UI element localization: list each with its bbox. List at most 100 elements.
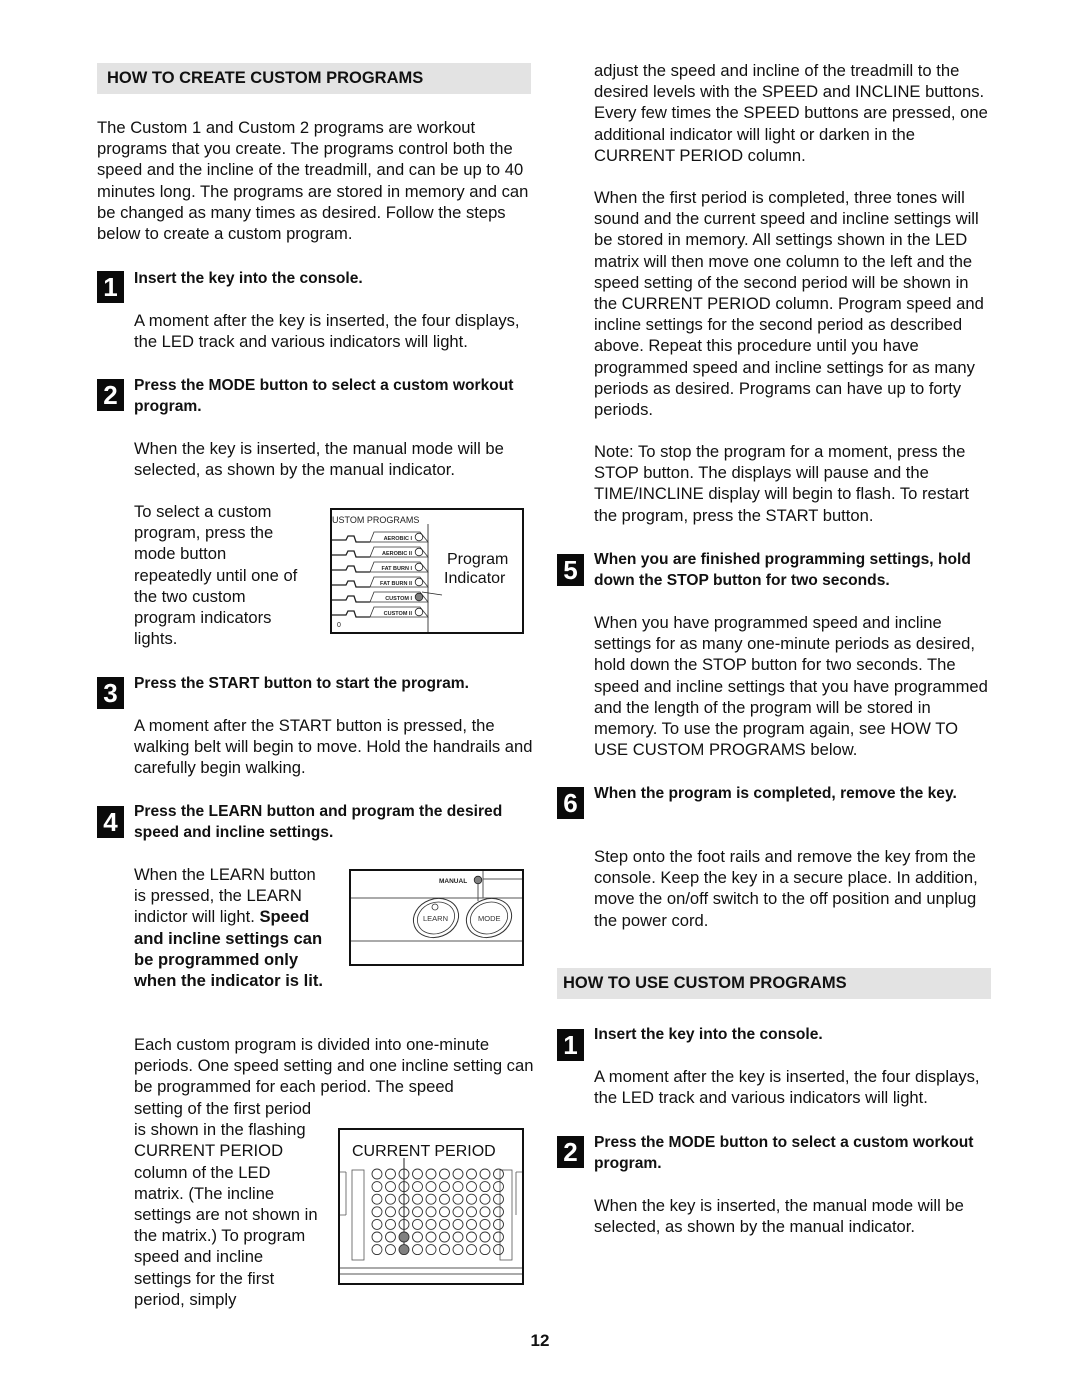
led [425, 1181, 437, 1193]
led [398, 1168, 410, 1180]
led-matrix-figure: CURRENT PERIOD [338, 1128, 524, 1285]
intro-paragraph: The Custom 1 and Custom 2 programs are w… [97, 118, 529, 244]
led [479, 1218, 491, 1230]
led [398, 1218, 410, 1230]
use-step-title-2: Press the MODE button to select a custom… [594, 1134, 974, 1173]
mode-button[interactable]: MODE [461, 892, 517, 943]
programs-scale-label: 0 [337, 622, 341, 629]
led [385, 1168, 396, 1180]
program-label: AEROBIC I [384, 536, 413, 542]
led [412, 1181, 423, 1193]
learn-panel-drawing: MANUAL LEARN MODE [351, 871, 522, 943]
step-body-1: A moment after the key is inserted, the … [134, 311, 520, 352]
led [439, 1218, 450, 1230]
led [439, 1193, 450, 1205]
led [493, 1231, 504, 1243]
programs-header: USTOM PROGRAMS [332, 515, 419, 525]
mode-label: MODE [478, 914, 501, 923]
led [452, 1206, 464, 1218]
step-title-1: Insert the key into the console. [134, 270, 363, 287]
led [466, 1244, 477, 1256]
led [439, 1181, 450, 1193]
step-title-4: Press the LEARN button and program the d… [134, 803, 503, 842]
step-body-3: A moment after the START button is press… [134, 716, 533, 778]
manual-label: MANUAL [439, 878, 467, 885]
step-body-2: When the key is inserted, the manual mod… [134, 439, 504, 480]
program-indicator-figure: USTOM PROGRAMS AEROBIC I AEROBIC II FAT BU… [330, 508, 524, 634]
led-matrix-drawing: CURRENT PERIOD [340, 1143, 522, 1275]
led [425, 1168, 437, 1180]
step-4-figure-text: When the LEARN button is pressed, the LE… [134, 864, 329, 991]
learn-indicator-led [431, 903, 439, 911]
step-4-body-narrow: setting of the first period is shown in … [134, 1099, 318, 1309]
stop-note: Note: To stop the program for a moment, … [594, 442, 970, 525]
led [385, 1218, 396, 1230]
led [398, 1181, 410, 1193]
program-row: AEROBIC II [332, 546, 429, 558]
step-badge-4: 4 [97, 806, 124, 838]
program-label: AEROBIC II [382, 551, 412, 557]
program-row: FAT BURN II [332, 576, 429, 588]
led [425, 1206, 437, 1218]
program-indicator [414, 607, 424, 617]
program-indicator-lit [414, 592, 424, 602]
led [493, 1193, 504, 1205]
led [452, 1181, 464, 1193]
program-row: AEROBIC I [332, 531, 429, 543]
use-step-body-2: When the key is inserted, the manual mod… [594, 1196, 964, 1237]
continued-paragraph-2: When the first period is completed, thre… [594, 188, 984, 420]
step-title-2: Press the MODE button to select a custom… [134, 377, 514, 416]
led [371, 1168, 383, 1180]
manual-indicator-led [473, 875, 483, 885]
step-title-5: When you are finished programming settin… [594, 551, 971, 590]
page-number: 12 [530, 1331, 550, 1350]
led [412, 1244, 423, 1256]
led [479, 1244, 491, 1256]
program-label: CUSTOM I [385, 596, 412, 602]
led [425, 1218, 437, 1230]
led [452, 1218, 464, 1230]
led [439, 1244, 450, 1256]
led [452, 1231, 464, 1243]
step-2-figure-text: To select a custom program, press the mo… [134, 502, 298, 649]
program-label: FAT BURN II [380, 581, 412, 587]
step-4-body-wide: Each custom program is divided into one-… [134, 1035, 534, 1097]
use-step-title-1: Insert the key into the console. [594, 1026, 823, 1043]
step-body-5: When you have programmed speed and incli… [594, 613, 988, 760]
led [398, 1193, 410, 1205]
callout-indicator: Indicator [444, 570, 506, 587]
continued-paragraph-1: adjust the speed and incline of the trea… [594, 61, 988, 165]
led [466, 1181, 477, 1193]
step-title-3: Press the START button to start the prog… [134, 675, 469, 692]
step-badge-2: 2 [97, 379, 124, 411]
callout-line [421, 591, 443, 596]
led-lit [398, 1231, 410, 1243]
led [466, 1218, 477, 1230]
led [452, 1168, 464, 1180]
led [371, 1218, 383, 1230]
led [425, 1193, 437, 1205]
led [466, 1193, 477, 1205]
led [479, 1206, 491, 1218]
led [398, 1206, 410, 1218]
led [371, 1244, 383, 1256]
led [371, 1181, 383, 1193]
step-badge-3: 3 [97, 677, 124, 709]
led [452, 1244, 464, 1256]
step-badge-6: 6 [557, 787, 584, 819]
led [412, 1231, 423, 1243]
led [385, 1181, 396, 1193]
program-row: CUSTOM II [332, 606, 429, 618]
led [412, 1168, 423, 1180]
step-badge-5: 5 [557, 554, 584, 586]
led [466, 1231, 477, 1243]
use-step-body-1: A moment after the key is inserted, the … [594, 1067, 980, 1108]
section-title-create: HOW TO CREATE CUSTOM PROGRAMS [97, 63, 531, 94]
current-period-label: CURRENT PERIOD [352, 1143, 496, 1160]
led [479, 1231, 491, 1243]
led [385, 1206, 396, 1218]
learn-button[interactable]: LEARN [408, 892, 464, 943]
step-body-6: Step onto the foot rails and remove the … [594, 847, 978, 930]
callout-program: Program [447, 551, 508, 568]
led [439, 1168, 450, 1180]
